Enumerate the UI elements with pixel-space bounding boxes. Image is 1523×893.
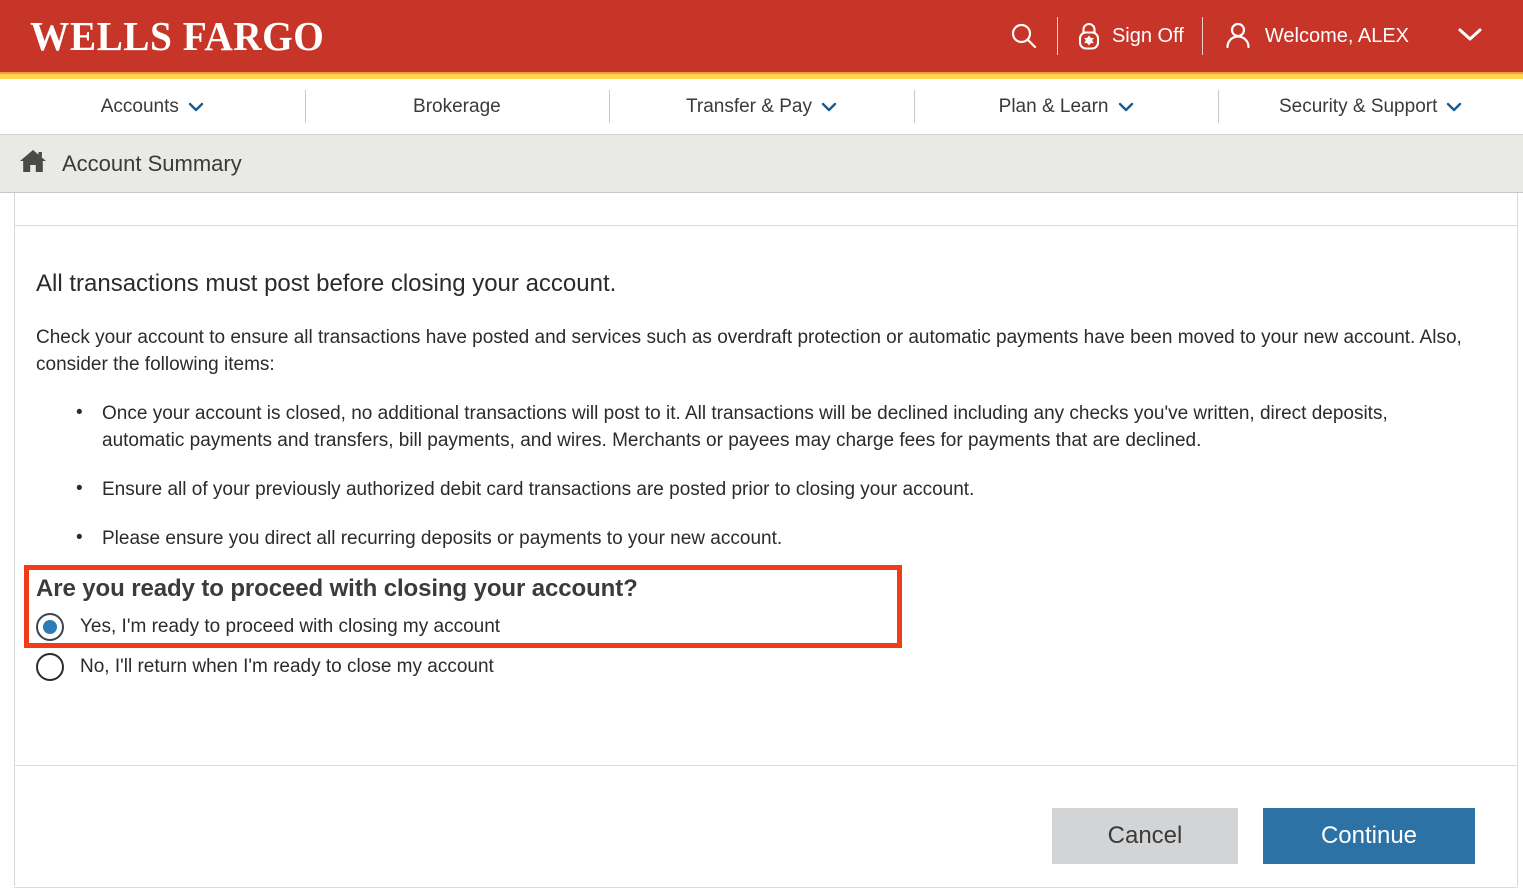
search-icon [1009,21,1039,51]
nav-label: Brokerage [413,95,501,117]
account-menu-button[interactable]: Welcome, ALEX [1203,15,1427,57]
close-account-form: All transactions must post before closin… [14,226,1518,681]
person-icon [1221,19,1255,53]
list-item: Once your account is closed, no addition… [74,400,1454,455]
nav-label: Plan & Learn [998,95,1109,117]
search-button[interactable] [991,17,1057,55]
footer-divider-bottom [14,887,1518,888]
form-actions: Cancel Continue [1052,808,1475,864]
chevron-down-icon [821,96,837,118]
nav-label: Accounts [100,95,179,117]
nav-item-accounts[interactable]: Accounts [0,79,305,134]
nav-item-security-and-support[interactable]: Security & Support [1218,79,1523,134]
intro-paragraph: Check your account to ensure all transac… [36,327,1462,375]
radio-label-no: No, I'll return when I'm ready to close … [80,655,494,677]
nav-label: Transfer & Pay [685,95,812,117]
panel-top-strip [14,193,1518,226]
radio-option-no[interactable]: No, I'll return when I'm ready to close … [36,652,494,681]
site-header: WELLS FARGO Sign Off Welcome, ALEX [0,0,1523,72]
footer-divider-top [14,765,1518,766]
welcome-label: Welcome, ALEX [1264,24,1409,47]
radio-indicator-yes[interactable] [36,612,64,641]
wells-fargo-logo[interactable]: WELLS FARGO [30,15,324,57]
nav-item-plan-and-learn[interactable]: Plan & Learn [913,79,1219,134]
content-panel: All transactions must post before closin… [0,193,1523,893]
chevron-down-icon [1118,96,1134,118]
list-item: Please ensure you direct all recurring d… [74,525,1454,553]
page-title: All transactions must post before closin… [36,270,617,297]
lock-icon [1076,21,1102,51]
cancel-button[interactable]: Cancel [1052,808,1238,864]
proceed-question-block: Are you ready to proceed with closing yo… [24,564,1478,681]
home-icon[interactable] [18,148,48,179]
radio-indicator-no[interactable] [36,652,64,681]
radio-option-yes[interactable]: Yes, I'm ready to proceed with closing m… [36,612,501,641]
chevron-down-icon [1457,26,1483,47]
sign-off-label: Sign Off [1111,24,1184,47]
nav-item-transfer-and-pay[interactable]: Transfer & Pay [609,79,914,134]
breadcrumb: Account Summary [0,135,1523,193]
question-label: Are you ready to proceed with closing yo… [36,574,638,602]
continue-button[interactable]: Continue [1263,808,1475,864]
chevron-down-icon [188,96,204,118]
list-item: Ensure all of your previously authorized… [74,476,1454,504]
chevron-down-icon [1446,96,1462,118]
header-utility-nav: Sign Off Welcome, ALEX [991,15,1497,57]
considerations-list: Once your account is closed, no addition… [74,400,1478,553]
sign-off-button[interactable]: Sign Off [1058,17,1202,55]
primary-nav: Accounts Brokerage Transfer & Pay Plan &… [0,79,1523,135]
radio-label-yes: Yes, I'm ready to proceed with closing m… [80,615,501,637]
nav-label: Security & Support [1278,95,1438,117]
breadcrumb-label[interactable]: Account Summary [62,151,242,177]
brand-accent-bar [0,72,1523,79]
nav-item-brokerage[interactable]: Brokerage [304,79,610,134]
account-menu-chevron[interactable] [1427,22,1497,51]
